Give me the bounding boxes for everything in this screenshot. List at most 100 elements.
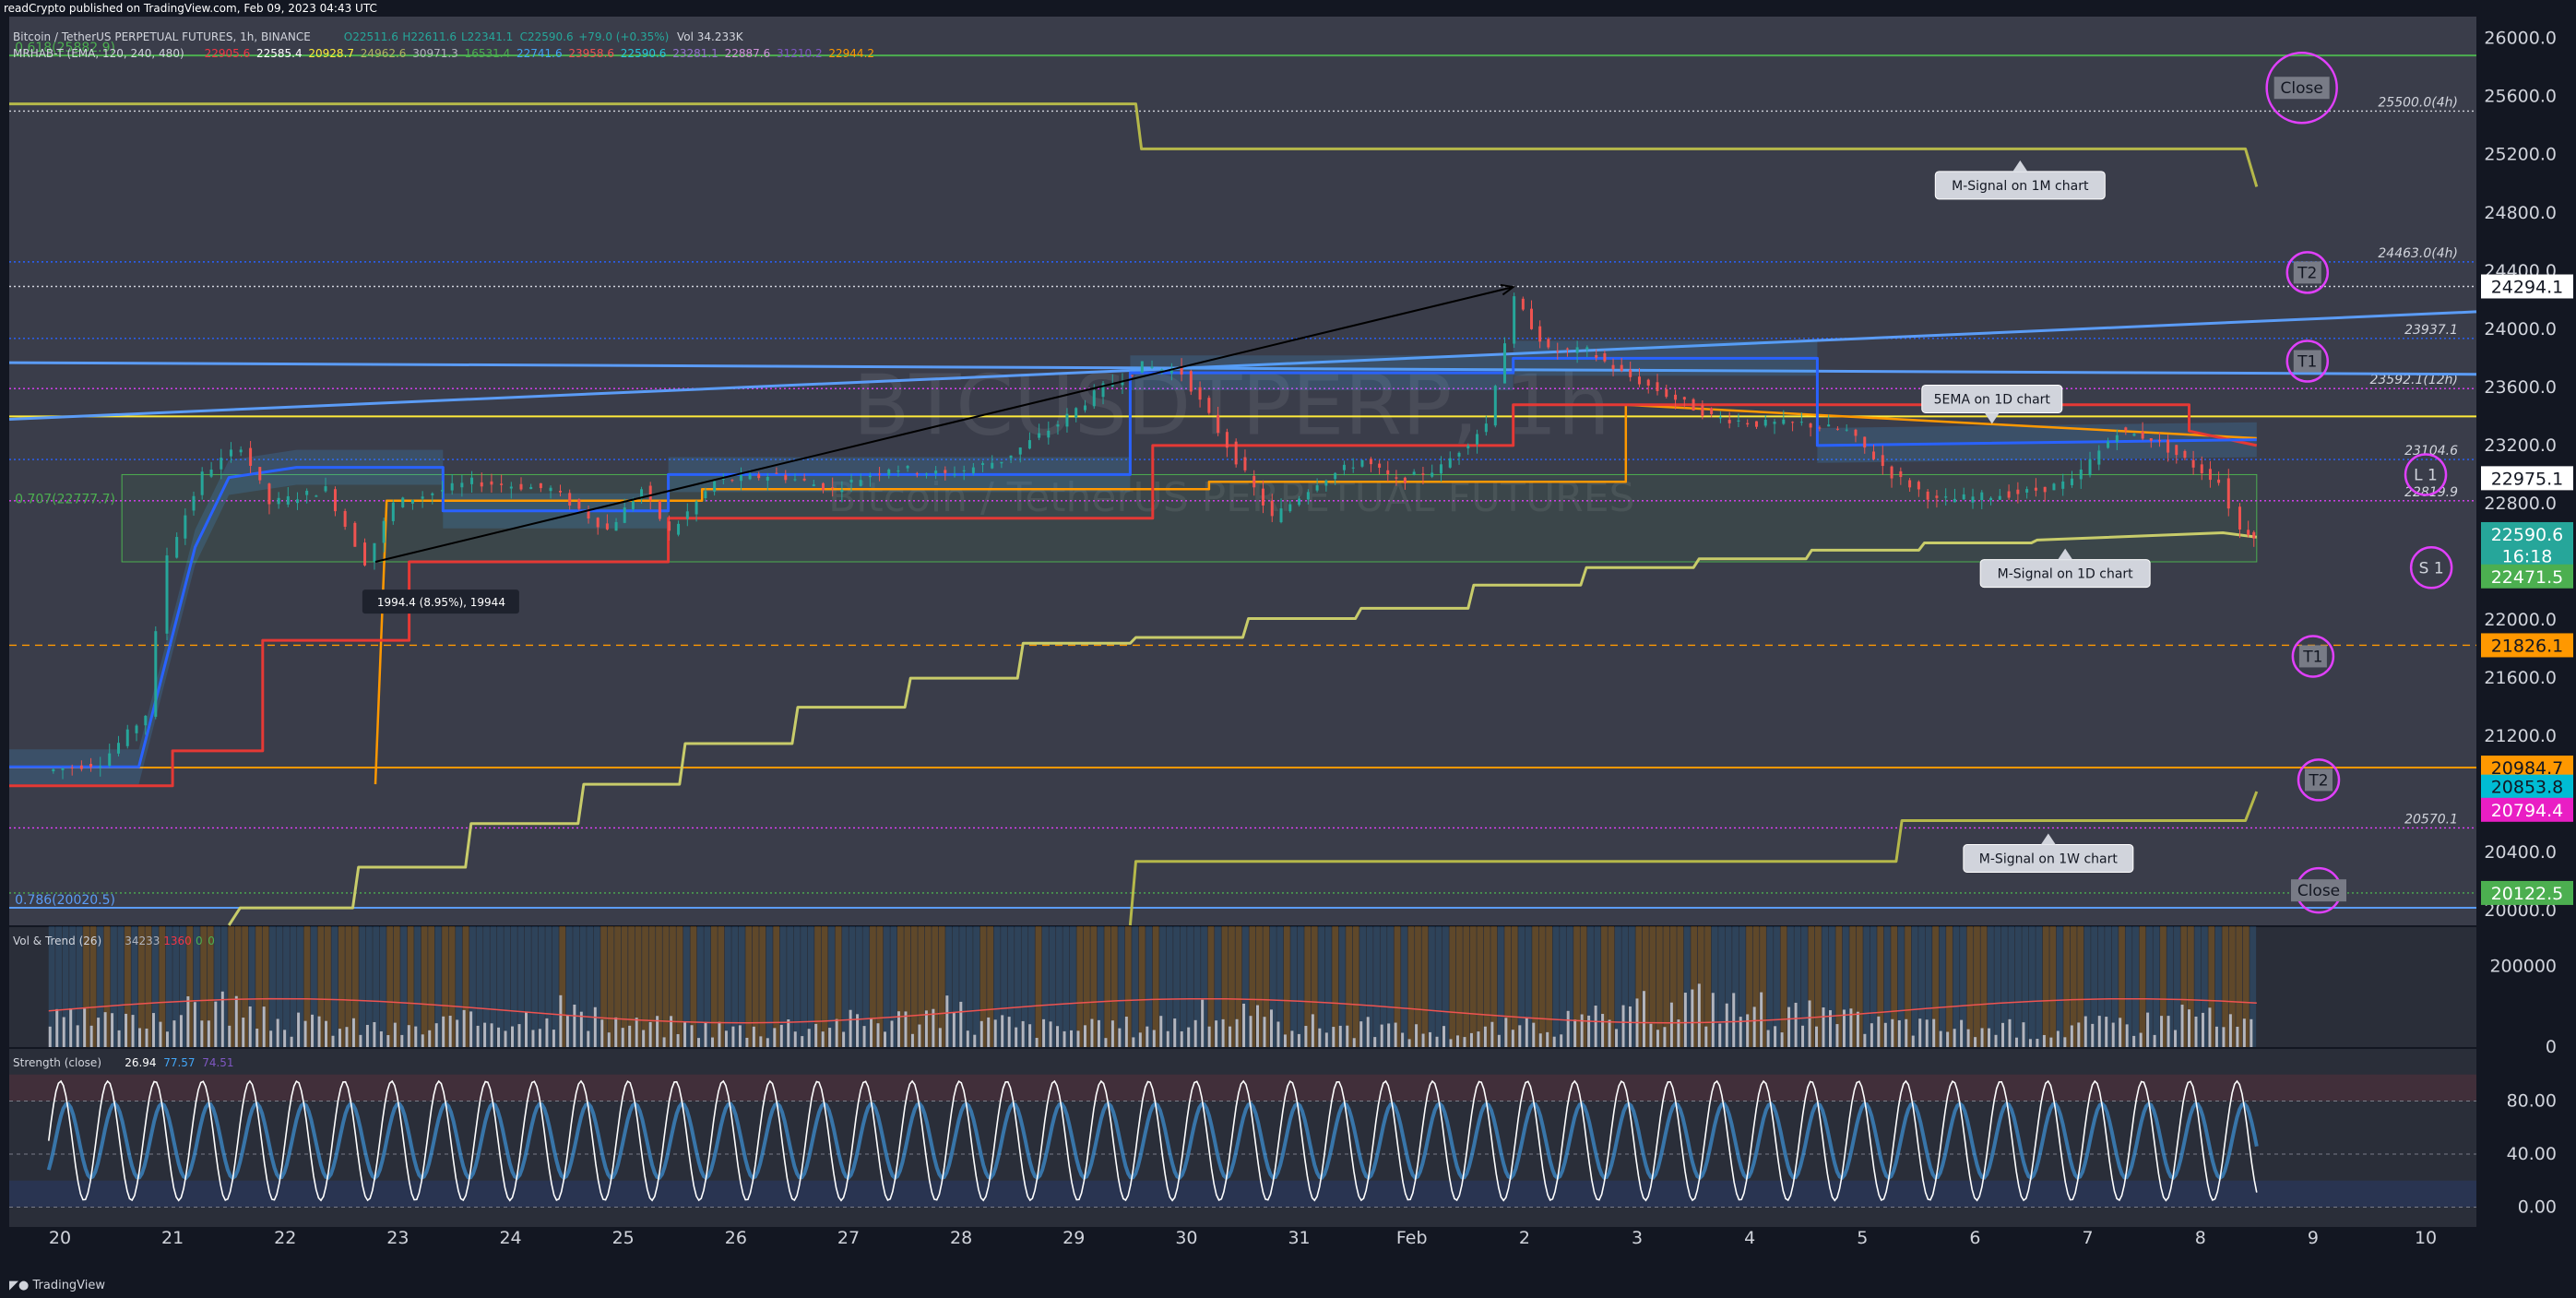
volume-bar — [1269, 1009, 1273, 1047]
volume-bar — [131, 1015, 135, 1047]
legend-vol-trend: 1360 — [163, 935, 192, 947]
legend-indicator: 24962.6 — [361, 47, 407, 60]
candle-body — [1917, 482, 1920, 490]
tradingview-logo[interactable]: ◤● TradingView — [9, 1279, 105, 1292]
volume-band — [884, 926, 890, 1047]
candle-body — [1521, 298, 1525, 310]
volume-bar — [876, 1023, 880, 1047]
candle-body — [1395, 477, 1398, 479]
volume-bar — [1677, 1019, 1680, 1047]
volume-bar — [1049, 1021, 1052, 1047]
volume-band — [676, 926, 683, 1047]
volume-band — [1994, 926, 2001, 1047]
volume-bar — [1615, 1029, 1619, 1047]
time-axis-tick: 9 — [2308, 1228, 2319, 1248]
volume-band — [1138, 926, 1146, 1047]
volume-bar — [276, 1018, 279, 1047]
volume-bar — [938, 1028, 942, 1047]
candle-body — [640, 489, 644, 498]
volume-band — [1290, 926, 1298, 1047]
volume-band — [1911, 926, 1918, 1047]
level-label: 23104.6 — [2404, 444, 2458, 458]
volume-bar — [1387, 1023, 1391, 1047]
candle-body — [944, 470, 947, 473]
candle-body — [343, 511, 347, 527]
candle-body — [440, 490, 444, 492]
volume-bar — [1138, 1032, 1142, 1047]
volume-bar — [2070, 1025, 2073, 1047]
volume-band — [1373, 926, 1380, 1047]
volume-bar — [1104, 1038, 1108, 1047]
legend-symbol: Bitcoin / TetherUS PERPETUAL FUTURES, 1h… — [13, 30, 311, 43]
candle-body — [1243, 457, 1247, 470]
volume-band — [821, 926, 828, 1047]
volume-band — [1939, 926, 1946, 1047]
target-label: L 1 — [2414, 466, 2438, 484]
price-axis-label: 24294.1 — [2491, 277, 2564, 297]
candle-body — [596, 518, 599, 528]
volume-bar — [1490, 1021, 1494, 1047]
volume-bar — [373, 1021, 376, 1047]
volume-bar — [2077, 1022, 2081, 1047]
volume-bar — [1483, 1026, 1487, 1047]
candle-body — [1074, 408, 1078, 418]
volume-bar — [1401, 1032, 1405, 1047]
trading-chart[interactable]: BTCUSDTPERP, 1hBitcoin / TetherUS PERPET… — [0, 0, 2576, 1298]
legend-symbol: C22590.6 — [520, 30, 574, 43]
candle-body — [1773, 422, 1776, 424]
volume-band — [1455, 926, 1463, 1047]
volume-bar — [1863, 1033, 1867, 1047]
volume-bar — [738, 1025, 742, 1047]
volume-band — [386, 926, 394, 1047]
target-label: Close — [2297, 882, 2340, 900]
volume-bar — [290, 1036, 293, 1047]
candle-body — [220, 458, 223, 470]
candle-body — [175, 537, 179, 558]
volume-bar — [2214, 1026, 2218, 1047]
candle-body — [1656, 382, 1659, 391]
price-axis-tick: 20400.0 — [2484, 842, 2557, 863]
candle-body — [1279, 508, 1283, 523]
fib-label: 0.786(20020.5) — [15, 893, 115, 908]
volume-bar — [159, 1021, 162, 1047]
volume-bar — [849, 1009, 852, 1047]
candle-body — [730, 480, 734, 482]
volume-band — [1511, 926, 1518, 1047]
legend-indicator: 23281.1 — [672, 47, 718, 60]
volume-bar — [1697, 983, 1701, 1047]
volume-band — [1283, 926, 1290, 1047]
candle-body — [286, 495, 290, 505]
volume-bar — [1221, 1018, 1225, 1047]
price-axis-label: 20853.8 — [2491, 778, 2564, 798]
volume-bar — [1939, 1030, 1942, 1047]
candle-body — [1547, 339, 1550, 348]
volume-bar — [1146, 1026, 1149, 1047]
candle-body — [1998, 495, 2001, 500]
candle-body — [623, 507, 626, 523]
volume-bar — [297, 1012, 301, 1047]
candle-body — [1629, 369, 1632, 377]
candle-body — [953, 474, 956, 476]
volume-bar — [635, 1018, 638, 1047]
candle-body — [1835, 428, 1839, 430]
price-axis-tick: 24000.0 — [2484, 319, 2557, 339]
volume-band — [2014, 926, 2022, 1047]
volume-bar — [2160, 1016, 2164, 1047]
volume-band — [1497, 926, 1504, 1047]
volume-band — [421, 926, 428, 1047]
volume-bar — [76, 1025, 79, 1047]
candle-body — [1737, 420, 1740, 423]
price-axis-tick: 24800.0 — [2484, 203, 2557, 223]
volume-bar — [814, 1023, 818, 1047]
candle-body — [1198, 387, 1202, 400]
volume-bar — [1180, 1030, 1183, 1047]
volume-bar — [531, 1030, 535, 1047]
candle-body — [1754, 421, 1758, 427]
time-axis-tick: 22 — [274, 1228, 296, 1248]
candle-body — [1315, 485, 1319, 491]
candle-body — [61, 768, 65, 770]
volume-bar — [1891, 1018, 1894, 1047]
volume-bar — [1380, 1024, 1383, 1047]
volume-bar — [621, 1028, 624, 1047]
volume-bar — [1918, 1018, 1922, 1047]
